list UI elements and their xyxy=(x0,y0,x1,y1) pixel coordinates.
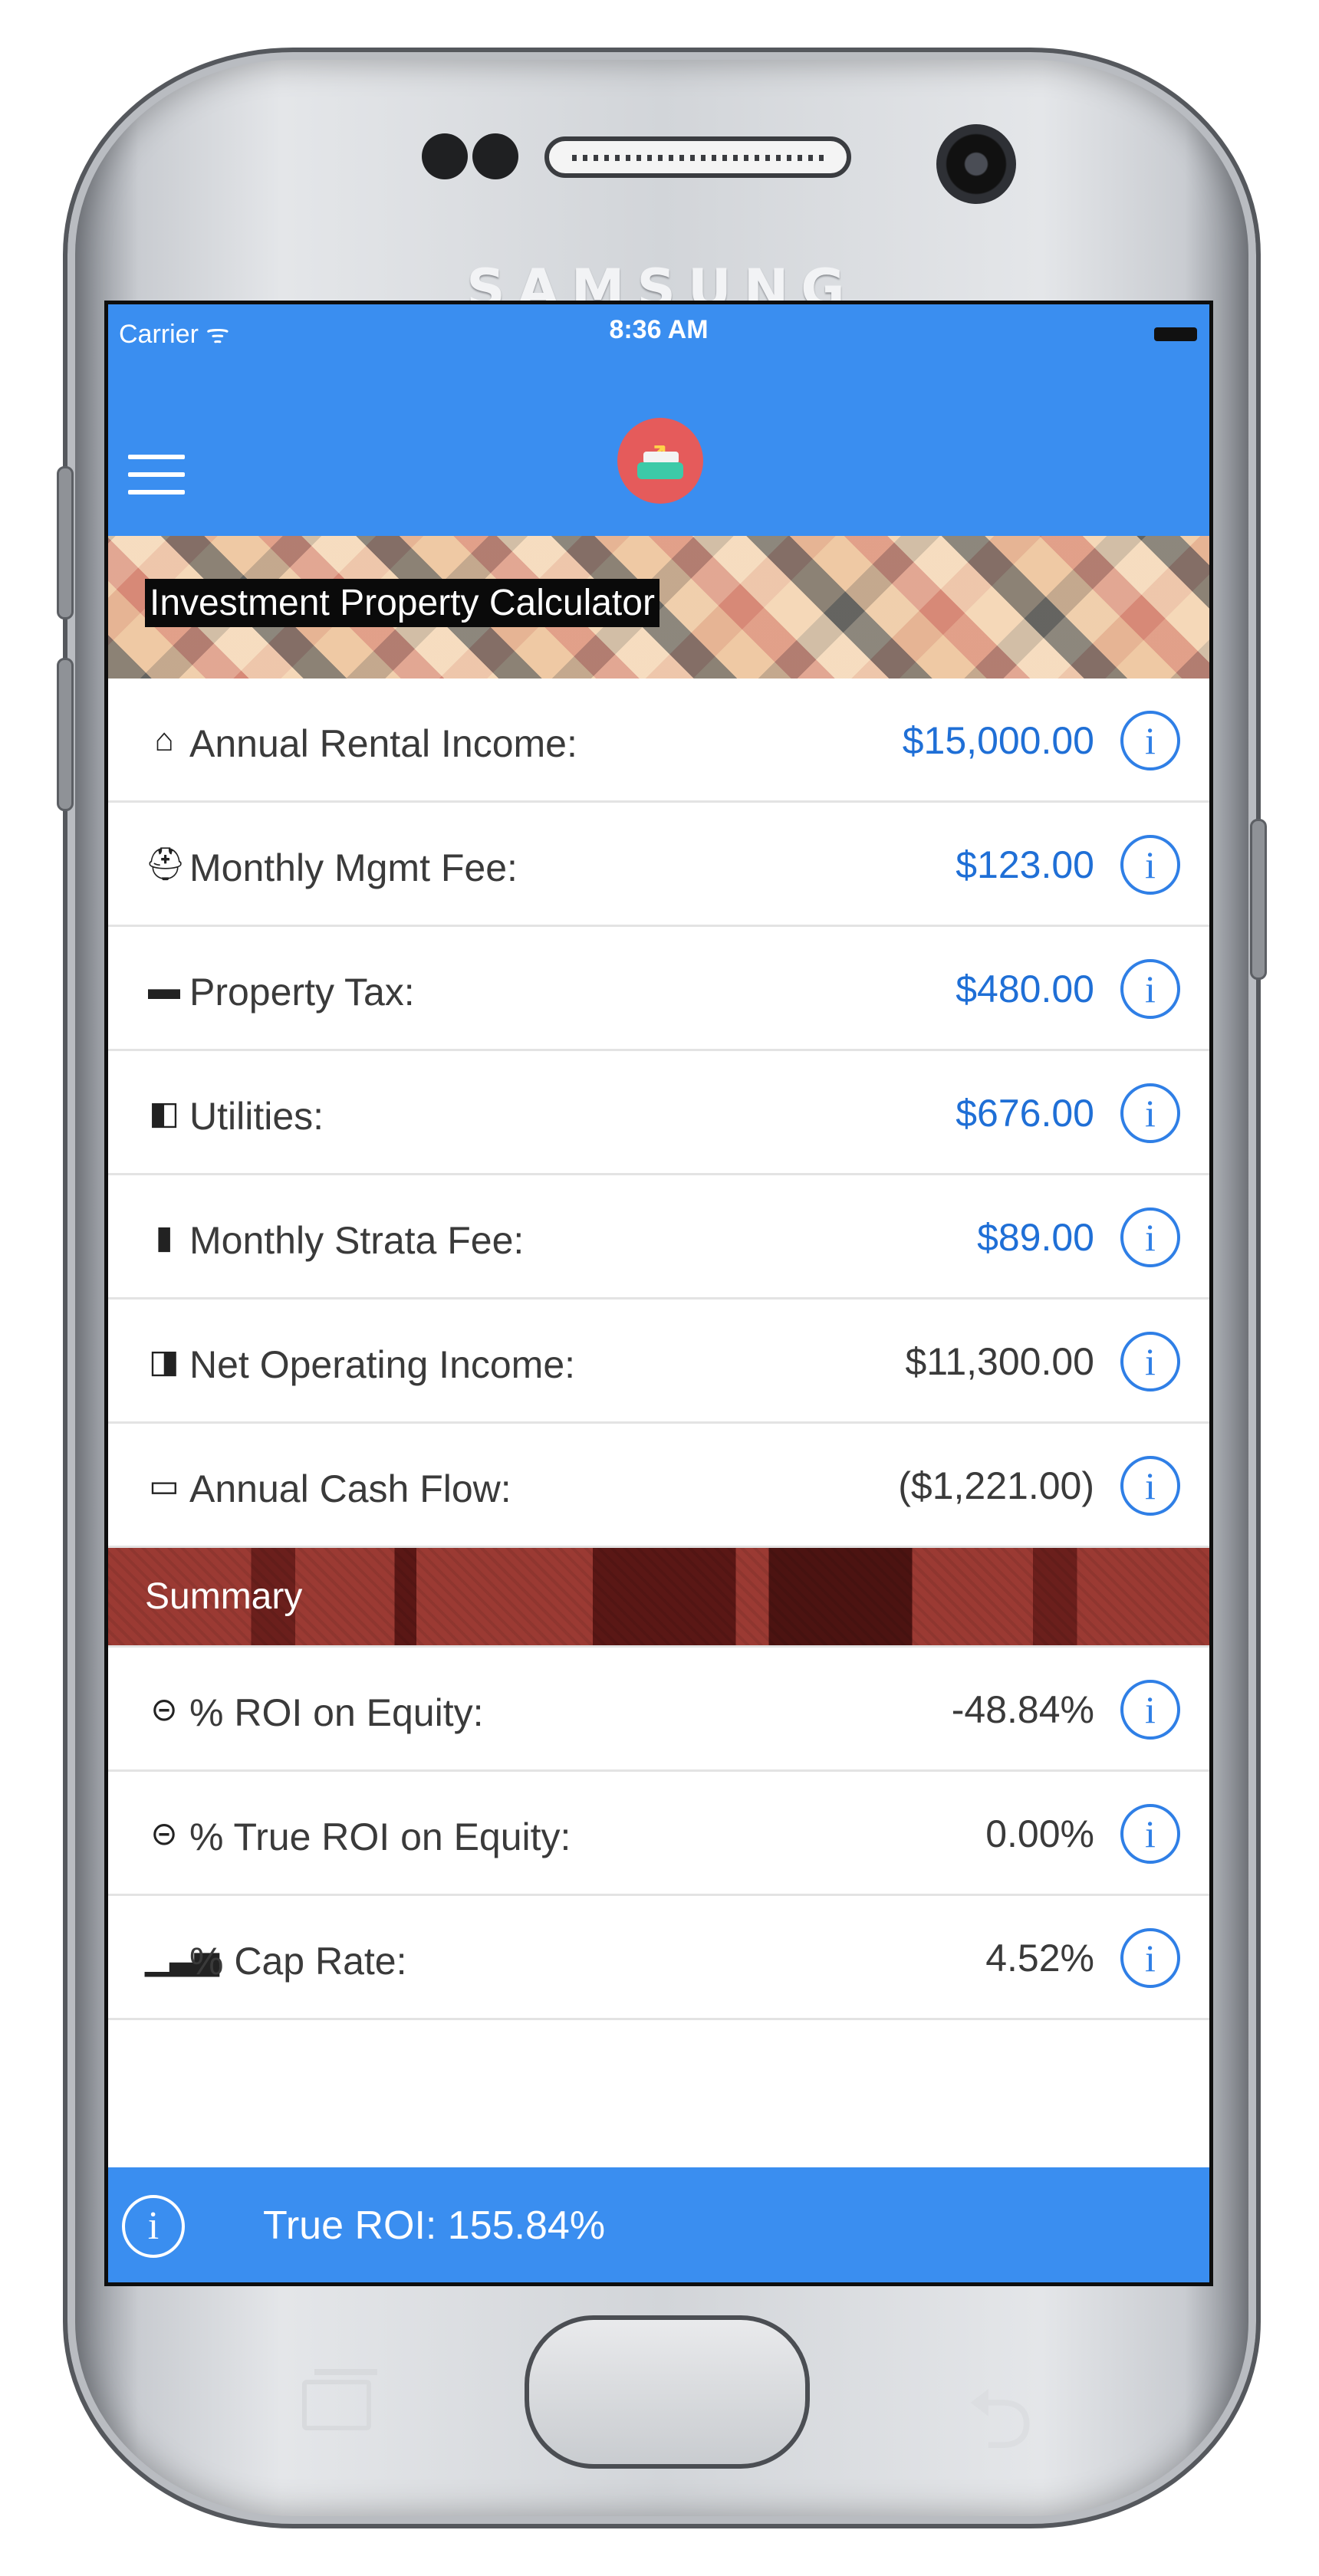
info-icon[interactable]: i xyxy=(1120,959,1180,1019)
list-item: ▁▃▅% Cap Rate: 4.52% i xyxy=(108,1896,1209,2020)
user-icon: ⛑ xyxy=(145,846,186,882)
info-icon[interactable]: i xyxy=(1120,1208,1180,1267)
book-icon: ▮ xyxy=(155,1219,173,1255)
row-value: 4.52% xyxy=(985,1937,1094,1980)
front-camera xyxy=(936,124,1016,204)
panel-icon: ◧ xyxy=(149,1095,179,1131)
row-value: ($1,221.00) xyxy=(898,1464,1094,1507)
info-icon[interactable]: i xyxy=(1120,711,1180,770)
info-icon[interactable]: i xyxy=(122,2195,185,2258)
home-button[interactable] xyxy=(525,2315,810,2469)
info-icon[interactable]: i xyxy=(1120,1456,1180,1516)
info-icon[interactable]: i xyxy=(1120,835,1180,895)
status-bar: Carrier ᯤ 8:36 AM xyxy=(108,304,1209,356)
row-label: Monthly Strata Fee: xyxy=(189,1219,525,1262)
input-list: ⌂ Annual Rental Income: $15,000.00 i ⛑ Monthl… xyxy=(108,678,1209,1548)
list-item[interactable]: ⛑ Monthly Mgmt Fee: $123.00 i xyxy=(108,803,1209,927)
value-input[interactable]: $15,000.00 xyxy=(903,718,1094,763)
earpiece-speaker xyxy=(544,136,851,178)
bar-chart-icon: ▁▃▅ xyxy=(145,1940,219,1976)
value-input[interactable]: $480.00 xyxy=(956,967,1094,1011)
cash-icon: ▭ xyxy=(149,1467,179,1503)
list-item[interactable]: ◧ Utilities: $676.00 i xyxy=(108,1051,1209,1175)
row-label: Property Tax: xyxy=(189,971,415,1014)
row-label: % ROI on Equity: xyxy=(189,1691,484,1734)
summary-section: Summary ⊝ % ROI on Equity: -48.84% i ⊝ % True… xyxy=(108,1548,1209,2020)
clock: 8:36 AM xyxy=(609,315,709,344)
sensor-dot xyxy=(422,133,468,179)
list-item: ▭ Annual Cash Flow: ($1,221.00) i xyxy=(108,1424,1209,1548)
list-item[interactable]: ▮ Monthly Strata Fee: $89.00 i xyxy=(108,1175,1209,1300)
row-value: 0.00% xyxy=(985,1812,1094,1855)
row-label: Utilities: xyxy=(189,1095,324,1138)
home-icon: ⌂ xyxy=(154,721,174,757)
investment-chart-logo-icon: ↗ xyxy=(617,418,703,504)
briefcase-icon: ▬ xyxy=(148,970,180,1006)
recent-apps-icon[interactable] xyxy=(302,2369,377,2430)
true-roi-text: True ROI: 155.84% xyxy=(263,2203,606,2248)
back-arrow-icon[interactable]: ⮌ xyxy=(966,2358,1034,2502)
value-input[interactable]: $123.00 xyxy=(956,843,1094,887)
nav-bar: ↗ xyxy=(108,356,1209,536)
row-label: % Cap Rate: xyxy=(189,1940,407,1983)
summary-title: Summary xyxy=(145,1576,303,1617)
info-icon[interactable]: i xyxy=(1120,1332,1180,1392)
list-item[interactable]: ⌂ Annual Rental Income: $15,000.00 i xyxy=(108,678,1209,803)
power-button xyxy=(1250,819,1267,980)
sensor-dot xyxy=(472,133,518,179)
copy-icon: ◨ xyxy=(149,1343,179,1379)
row-value: -48.84% xyxy=(951,1688,1094,1731)
info-icon[interactable]: i xyxy=(1120,1804,1180,1864)
info-icon[interactable]: i xyxy=(1120,1680,1180,1740)
row-value: $11,300.00 xyxy=(905,1340,1094,1383)
info-icon[interactable]: i xyxy=(1120,1928,1180,1988)
row-label: Monthly Mgmt Fee: xyxy=(189,846,518,889)
row-label: Net Operating Income: xyxy=(189,1343,576,1386)
row-label: % True ROI on Equity: xyxy=(189,1815,571,1858)
login-icon: ⊝ xyxy=(150,1691,178,1727)
list-item[interactable]: ▬ Property Tax: $480.00 i xyxy=(108,927,1209,1051)
banner: Investment Property Calculator xyxy=(108,536,1209,678)
summary-header: Summary xyxy=(108,1548,1209,1648)
info-icon[interactable]: i xyxy=(1120,1083,1180,1143)
list-item: ◨ Net Operating Income: $11,300.00 i xyxy=(108,1300,1209,1424)
volume-down-button xyxy=(57,658,74,811)
list-item: ⊝ % ROI on Equity: -48.84% i xyxy=(108,1648,1209,1772)
battery-icon xyxy=(1154,327,1197,341)
volume-up-button xyxy=(57,466,74,619)
true-roi-bar[interactable]: i True ROI: 155.84% xyxy=(108,2167,1209,2282)
row-label: Annual Rental Income: xyxy=(189,722,577,765)
app-screen: Carrier ᯤ 8:36 AM ↗ Investment Property … xyxy=(104,301,1213,2286)
list-item: ⊝ % True ROI on Equity: 0.00% i xyxy=(108,1772,1209,1896)
page-title: Investment Property Calculator xyxy=(145,579,660,627)
summary-list: ⊝ % ROI on Equity: -48.84% i ⊝ % True ROI on … xyxy=(108,1648,1209,2020)
hamburger-menu-icon[interactable] xyxy=(128,455,185,496)
value-input[interactable]: $676.00 xyxy=(956,1091,1094,1135)
value-input[interactable]: $89.00 xyxy=(977,1215,1094,1260)
login-icon: ⊝ xyxy=(150,1815,178,1852)
row-label: Annual Cash Flow: xyxy=(189,1467,511,1510)
